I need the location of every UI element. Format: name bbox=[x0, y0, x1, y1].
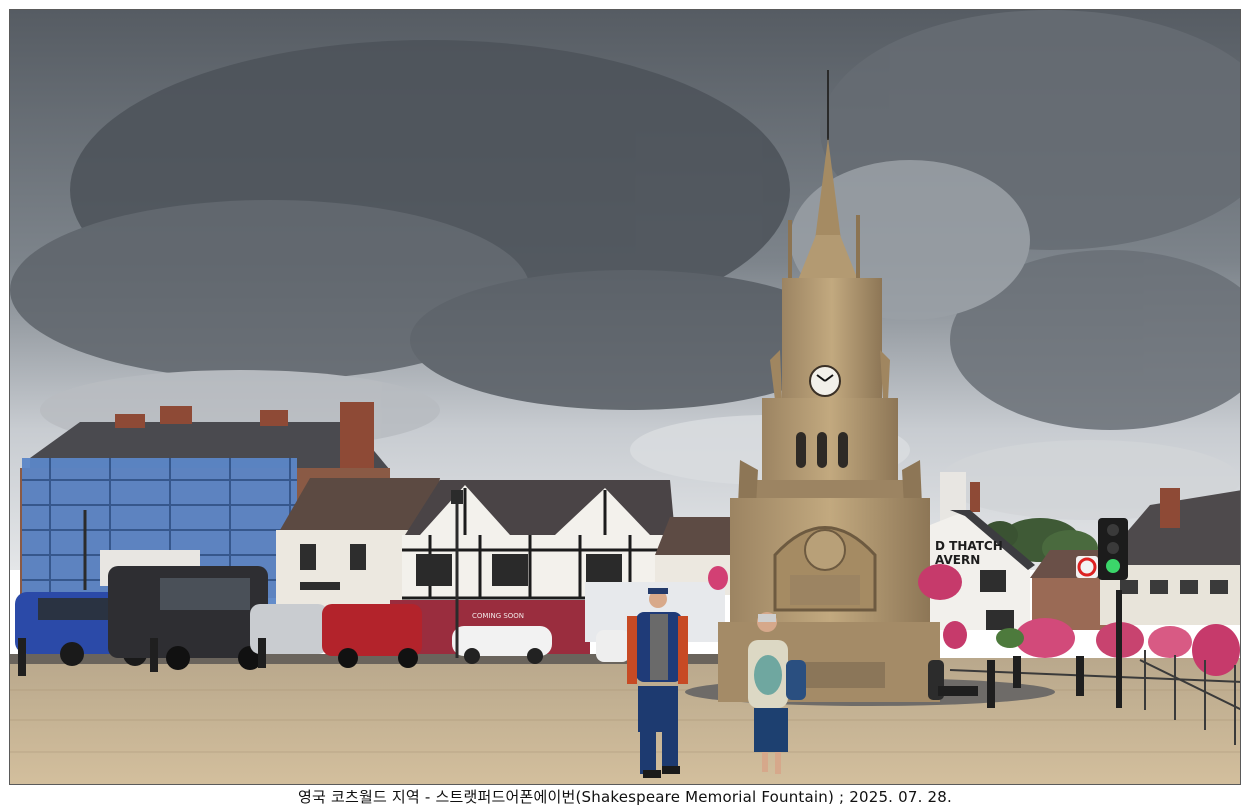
pub-sign-line-1: D THATCH bbox=[935, 539, 1003, 553]
green-light bbox=[1106, 559, 1120, 573]
pavement bbox=[10, 658, 1240, 784]
photo-frame: COMING SOON D THATCH AVERN bbox=[9, 9, 1241, 785]
street-scene-photo: COMING SOON D THATCH AVERN bbox=[10, 10, 1240, 784]
photo-caption: 영국 코츠월드 지역 - 스트랫퍼드어폰에이번(Shakespeare Memo… bbox=[297, 788, 952, 806]
shop-sign: COMING SOON bbox=[472, 612, 524, 620]
